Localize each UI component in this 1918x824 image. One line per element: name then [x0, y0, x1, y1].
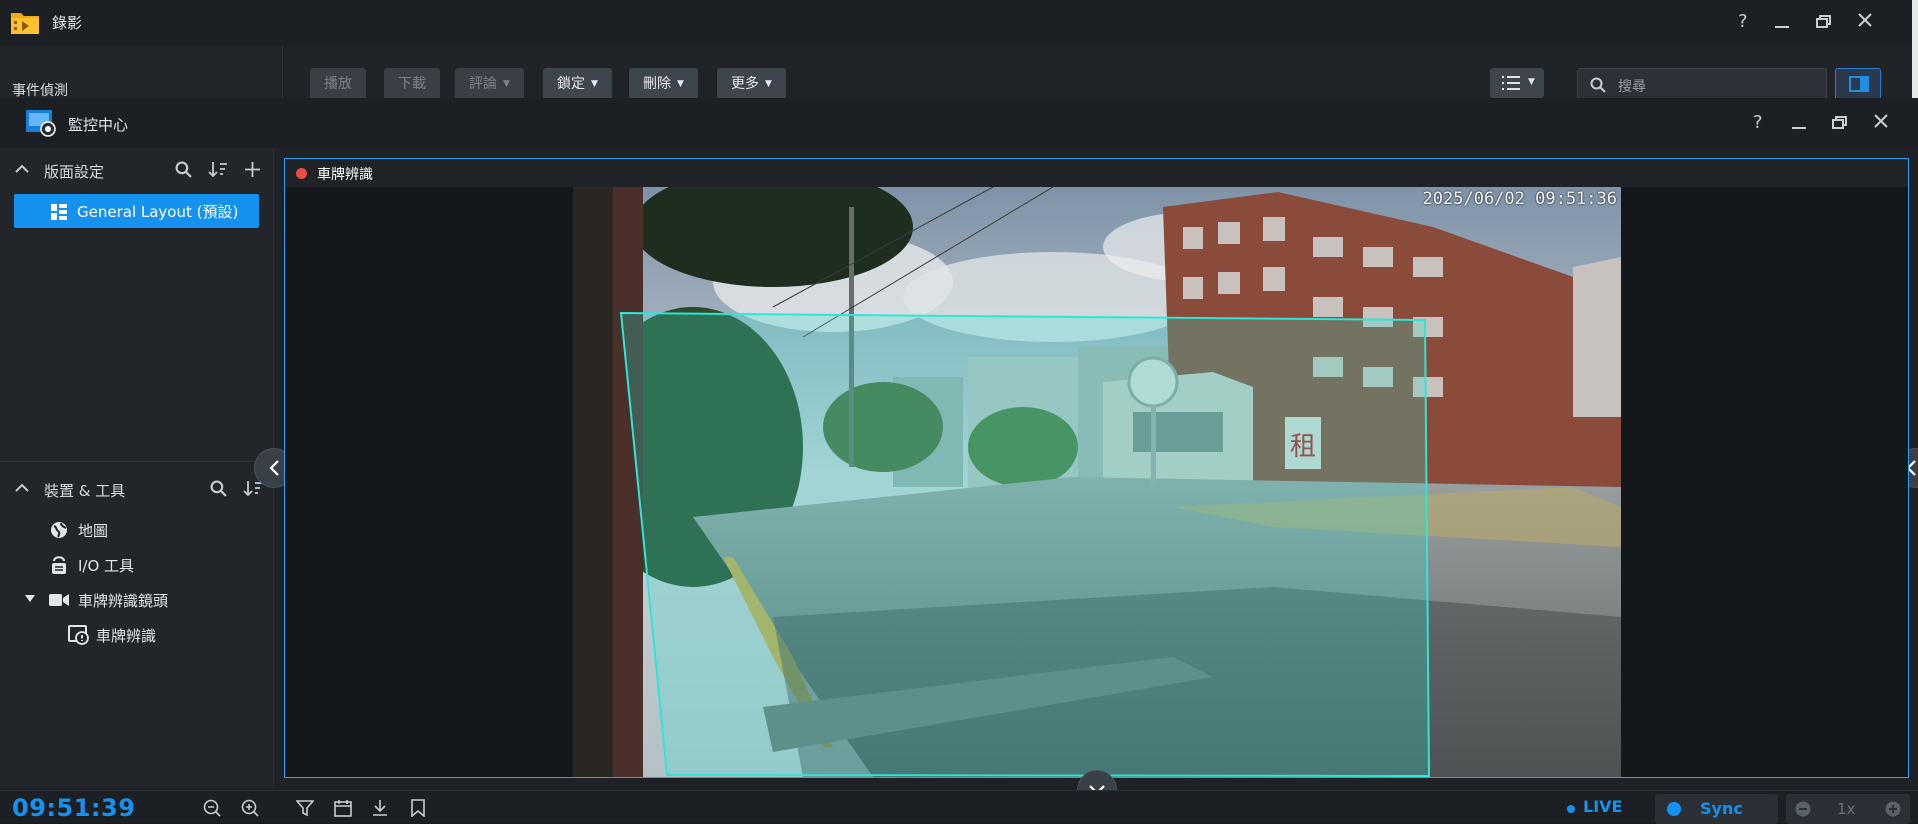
chevron-left-icon	[268, 460, 280, 476]
chevron-down-icon: ▼	[677, 79, 684, 89]
delete-button-label: 刪除	[643, 76, 671, 92]
recording-window-titlebar: 錄影 ?	[0, 0, 1918, 46]
camera-icon	[49, 593, 69, 607]
play-button-label: 播放	[324, 76, 352, 92]
help-icon[interactable]: ?	[1738, 11, 1748, 32]
zoom-out-icon[interactable]	[203, 799, 221, 817]
globe-icon	[50, 521, 68, 539]
recording-folder-icon	[10, 9, 40, 35]
tree-item-lpr-camera-group[interactable]: 車牌辨識鏡頭	[22, 584, 262, 614]
list-view-button[interactable]: ▼	[1490, 68, 1544, 98]
tree-item-lpr-camera[interactable]: 車牌辨識	[66, 619, 266, 649]
search-icon[interactable]	[175, 161, 192, 178]
search-icon	[1590, 77, 1606, 93]
chevron-up-icon[interactable]	[15, 483, 29, 492]
camera-view-title: 車牌辨識	[317, 167, 373, 183]
video-timestamp: 2025/06/02 09:51:36	[1422, 189, 1617, 209]
lock-button[interactable]: 鎖定 ▼	[543, 68, 612, 100]
sync-toggle[interactable]: Sync	[1655, 794, 1778, 824]
lock-button-label: 鎖定	[557, 76, 585, 92]
list-icon	[1502, 76, 1520, 90]
layout-grid-icon	[51, 204, 67, 220]
more-button[interactable]: 更多 ▼	[717, 68, 786, 100]
left-panel: 版面設定 General Layout (預設) 裝置 & 工具 地圖 I/O …	[0, 148, 274, 788]
tree-item-label: 地圖	[78, 522, 109, 540]
comment-button[interactable]: 評論 ▼	[455, 68, 524, 100]
bookmark-icon[interactable]	[410, 799, 426, 817]
close-icon[interactable]	[1874, 114, 1888, 128]
download-button-label: 下載	[398, 76, 426, 92]
close-icon[interactable]	[1858, 13, 1872, 27]
search-placeholder: 搜尋	[1618, 79, 1646, 95]
chevron-up-icon[interactable]	[15, 164, 29, 173]
tree-item-label: 車牌辨識	[96, 627, 157, 645]
minimize-icon[interactable]	[1775, 26, 1789, 28]
window-edge	[1912, 0, 1918, 100]
tree-item-label: 車牌辨識鏡頭	[78, 592, 169, 610]
io-module-icon	[51, 555, 67, 575]
lpr-camera-icon	[68, 625, 90, 645]
layout-item-label: General Layout (預設)	[77, 203, 239, 221]
restore-icon[interactable]	[1816, 15, 1832, 29]
surveillance-window-title: 監控中心	[68, 116, 129, 134]
download-icon[interactable]	[371, 799, 389, 817]
street-scene-image: 租	[573, 187, 1621, 777]
current-time: 09:51:39	[12, 794, 136, 822]
live-label[interactable]: LIVE	[1583, 797, 1622, 816]
chevron-down-icon: ▼	[503, 79, 510, 89]
chevron-down-icon: ▼	[765, 79, 772, 89]
surveillance-window-titlebar: 監控中心 ?	[0, 98, 1918, 148]
calendar-icon[interactable]	[334, 799, 352, 817]
live-indicator-dot	[1567, 805, 1575, 813]
search-icon[interactable]	[210, 480, 227, 497]
tree-item-io-tools[interactable]: I/O 工具	[48, 549, 248, 579]
more-button-label: 更多	[731, 76, 759, 92]
layout-section-header[interactable]: 版面設定	[0, 152, 274, 188]
section-divider	[0, 461, 274, 462]
recording-window: 錄影 ? 事件偵測 播放 下載 評論 ▼ 鎖定 ▼ 刪除 ▼ 更多 ▼ ▼ 搜尋	[0, 0, 1918, 100]
minimize-icon[interactable]	[1792, 127, 1806, 129]
play-button[interactable]: 播放	[310, 68, 366, 100]
comment-button-label: 評論	[469, 76, 497, 92]
recording-window-title: 錄影	[52, 14, 83, 32]
event-detection-label[interactable]: 事件偵測	[12, 80, 68, 100]
chevron-down-icon: ▼	[591, 79, 598, 89]
devices-section-title: 裝置 & 工具	[44, 482, 126, 500]
devices-section-header[interactable]: 裝置 & 工具	[0, 471, 274, 507]
sync-toggle-knob	[1667, 802, 1681, 816]
recording-indicator	[296, 168, 307, 179]
playback-speed-control: 1x	[1786, 794, 1910, 824]
sync-label: Sync	[1700, 799, 1743, 818]
speed-increase-icon[interactable]	[1885, 801, 1901, 817]
layout-section-title: 版面設定	[44, 163, 105, 181]
surveillance-center-icon	[25, 109, 57, 137]
download-button[interactable]: 下載	[384, 68, 440, 100]
tree-item-label: I/O 工具	[78, 557, 135, 575]
sort-icon[interactable]	[208, 161, 228, 178]
layout-item-general[interactable]: General Layout (預設)	[14, 194, 259, 228]
panel-toggle-button[interactable]	[1835, 68, 1881, 100]
delete-button[interactable]: 刪除 ▼	[629, 68, 698, 100]
playback-speed-value: 1x	[1837, 800, 1856, 818]
camera-view[interactable]: 車牌辨識 租 2025/06/02 09:51:36	[284, 158, 1909, 778]
help-icon[interactable]: ?	[1753, 112, 1763, 133]
caret-down-icon[interactable]	[25, 595, 35, 602]
filter-icon[interactable]	[296, 799, 314, 817]
camera-view-header: 車牌辨識	[285, 159, 1908, 187]
side-panel-icon	[1849, 76, 1869, 92]
speed-decrease-icon[interactable]	[1795, 801, 1811, 817]
timeline-bar: 09:51:39 LIVE Sync 1x	[0, 790, 1918, 824]
add-icon[interactable]	[244, 161, 261, 178]
tree-item-map[interactable]: 地圖	[48, 514, 248, 544]
video-feed[interactable]: 租 2025/06/02 09:51:36	[573, 187, 1621, 777]
zoom-in-icon[interactable]	[241, 799, 259, 817]
chevron-down-icon: ▼	[1528, 77, 1535, 87]
search-input[interactable]: 搜尋	[1577, 68, 1827, 100]
restore-icon[interactable]	[1832, 116, 1848, 130]
